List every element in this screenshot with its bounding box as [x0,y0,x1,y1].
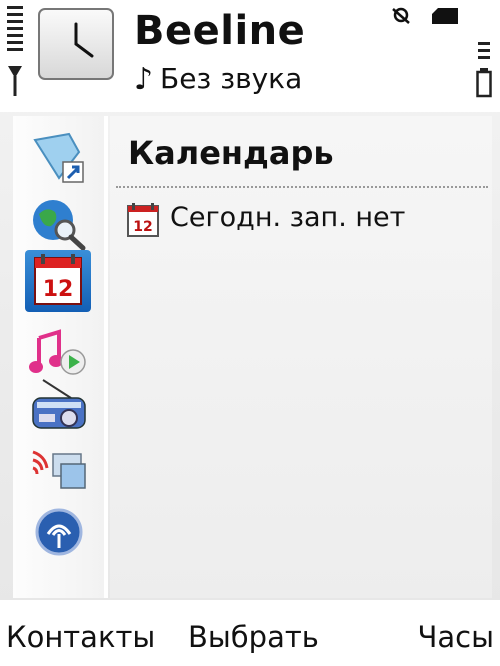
list-item-text: Сегодн. зап. нет [170,202,406,233]
list-item[interactable]: 12 Сегодн. зап. нет [126,202,405,238]
clock-icon[interactable] [38,8,114,80]
softkey-left-contacts[interactable]: Контакты [6,620,155,654]
operator-name: Beeline [134,8,306,54]
signal-strength-icon [7,6,23,98]
svg-text:12: 12 [43,277,74,302]
alarm-icon [390,4,412,30]
sim-card-icon [432,8,458,24]
softkey-right-clock[interactable]: Часы [418,620,495,654]
profile-icon: ♪ [134,62,154,97]
panel-title: Календарь [128,134,334,172]
divider [116,186,488,188]
softkey-bar: Контакты Выбрать Часы [0,600,500,666]
share-online-icon[interactable] [29,442,89,496]
calendar-panel[interactable]: Календарь 12 Сегодн. зап. нет [110,116,492,598]
battery-icon [476,40,492,98]
profile-name: Без звука [160,62,303,95]
radio-icon[interactable] [29,378,89,432]
app-sidebar: 12 [13,116,108,598]
status-bar: Beeline ♪ Без звука [0,0,500,112]
shortcuts-icon[interactable] [29,132,89,186]
calendar-icon[interactable]: 12 [25,250,91,312]
calendar-small-icon: 12 [127,203,159,237]
music-player-icon[interactable] [29,326,89,380]
svg-text:12: 12 [133,219,152,235]
softkey-select[interactable]: Выбрать [188,620,319,654]
web-search-icon[interactable] [29,196,89,251]
connectivity-icon[interactable] [29,504,89,558]
